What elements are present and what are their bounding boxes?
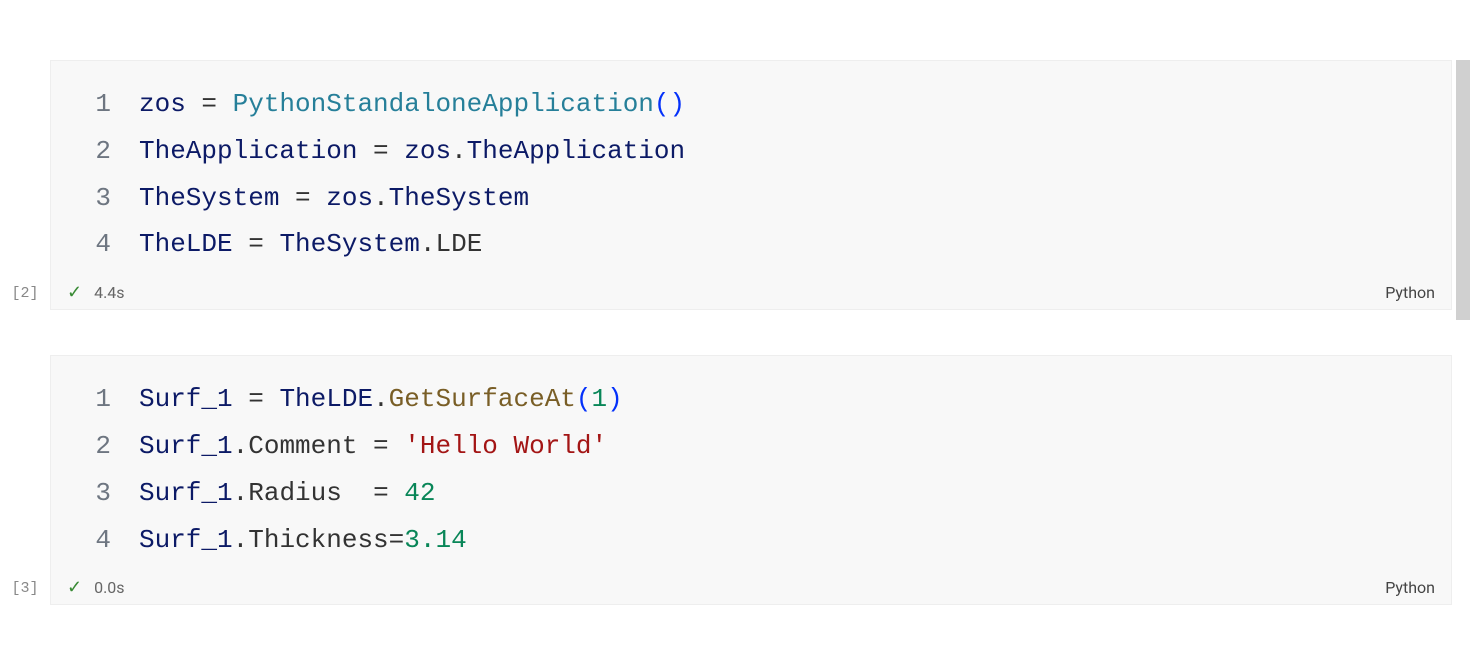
cell-body: 1 zos = PythonStandaloneApplication() 2 The… <box>50 60 1452 310</box>
code-line[interactable]: 3 TheSystem = zos.TheSystem <box>71 175 1431 222</box>
execution-time: 4.4s <box>94 283 124 302</box>
code-line[interactable]: 2 Surf_1.Comment = 'Hello World' <box>71 423 1431 470</box>
code-content[interactable]: Surf_1.Thickness=3.14 <box>139 517 467 564</box>
previous-cell-edge <box>0 0 1470 10</box>
code-content[interactable]: Surf_1 = TheLDE.GetSurfaceAt(1) <box>139 376 623 423</box>
scrollbar-thumb[interactable] <box>1456 60 1470 320</box>
execution-time: 0.0s <box>94 578 124 597</box>
execution-count-label: [3] <box>0 580 50 605</box>
code-line[interactable]: 4 Surf_1.Thickness=3.14 <box>71 517 1431 564</box>
code-line[interactable]: 1 Surf_1 = TheLDE.GetSurfaceAt(1) <box>71 376 1431 423</box>
code-line[interactable]: 3 Surf_1.Radius = 42 <box>71 470 1431 517</box>
code-content[interactable]: TheApplication = zos.TheApplication <box>139 128 685 175</box>
success-check-icon: ✓ <box>67 282 82 303</box>
code-content[interactable]: zos = PythonStandaloneApplication() <box>139 81 685 128</box>
cell-body: 1 Surf_1 = TheLDE.GetSurfaceAt(1) 2 Surf_1.… <box>50 355 1452 605</box>
line-number: 4 <box>71 517 111 564</box>
line-number: 3 <box>71 470 111 517</box>
line-number: 3 <box>71 175 111 222</box>
code-cell[interactable]: [2] 1 zos = PythonStandaloneApplication()… <box>0 60 1470 310</box>
success-check-icon: ✓ <box>67 577 82 598</box>
code-line[interactable]: 4 TheLDE = TheSystem.LDE <box>71 221 1431 268</box>
line-number: 2 <box>71 423 111 470</box>
code-content[interactable]: Surf_1.Comment = 'Hello World' <box>139 423 607 470</box>
notebook-container: [2] 1 zos = PythonStandaloneApplication()… <box>0 0 1470 605</box>
cell-footer: ✓ 0.0s Python <box>51 573 1451 604</box>
line-number: 2 <box>71 128 111 175</box>
code-content[interactable]: TheLDE = TheSystem.LDE <box>139 221 482 268</box>
language-label[interactable]: Python <box>1385 578 1435 597</box>
scrollbar-track[interactable] <box>1456 60 1470 340</box>
code-editor[interactable]: 1 zos = PythonStandaloneApplication() 2 The… <box>51 61 1451 278</box>
code-line[interactable]: 2 TheApplication = zos.TheApplication <box>71 128 1431 175</box>
code-content[interactable]: Surf_1.Radius = 42 <box>139 470 436 517</box>
line-number: 1 <box>71 376 111 423</box>
line-number: 4 <box>71 221 111 268</box>
cell-footer: ✓ 4.4s Python <box>51 278 1451 309</box>
line-number: 1 <box>71 81 111 128</box>
code-cell[interactable]: [3] 1 Surf_1 = TheLDE.GetSurfaceAt(1) 2 Sur… <box>0 355 1470 605</box>
language-label[interactable]: Python <box>1385 283 1435 302</box>
code-editor[interactable]: 1 Surf_1 = TheLDE.GetSurfaceAt(1) 2 Surf_1.… <box>51 356 1451 573</box>
execution-count-label: [2] <box>0 285 50 310</box>
code-line[interactable]: 1 zos = PythonStandaloneApplication() <box>71 81 1431 128</box>
code-content[interactable]: TheSystem = zos.TheSystem <box>139 175 529 222</box>
